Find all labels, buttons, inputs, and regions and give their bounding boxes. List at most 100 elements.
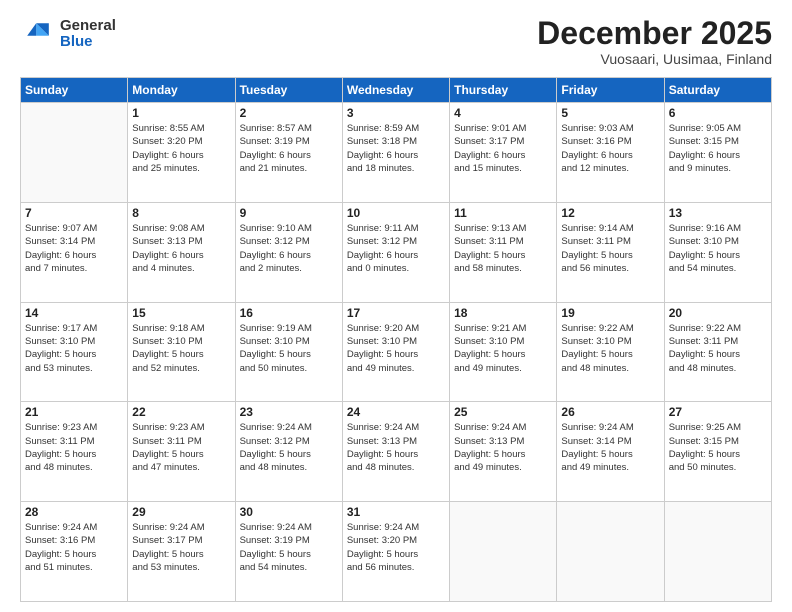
logo-icon (20, 16, 56, 52)
day-info: Sunrise: 9:21 AMSunset: 3:10 PMDaylight:… (454, 322, 552, 375)
weekday-header-thursday: Thursday (450, 78, 557, 103)
calendar-cell: 4 Sunrise: 9:01 AMSunset: 3:17 PMDaylight… (450, 103, 557, 203)
calendar-cell: 9 Sunrise: 9:10 AMSunset: 3:12 PMDaylight… (235, 202, 342, 302)
day-info: Sunrise: 9:08 AMSunset: 3:13 PMDaylight:… (132, 222, 230, 275)
day-info: Sunrise: 9:24 AMSunset: 3:13 PMDaylight:… (454, 421, 552, 474)
day-number: 24 (347, 405, 445, 419)
day-info: Sunrise: 9:07 AMSunset: 3:14 PMDaylight:… (25, 222, 123, 275)
calendar-cell: 22 Sunrise: 9:23 AMSunset: 3:11 PMDayligh… (128, 402, 235, 502)
week-row-5: 28 Sunrise: 9:24 AMSunset: 3:16 PMDayligh… (21, 502, 772, 602)
calendar-cell: 16 Sunrise: 9:19 AMSunset: 3:10 PMDayligh… (235, 302, 342, 402)
day-number: 3 (347, 106, 445, 120)
calendar-cell: 21 Sunrise: 9:23 AMSunset: 3:11 PMDayligh… (21, 402, 128, 502)
day-info: Sunrise: 9:23 AMSunset: 3:11 PMDaylight:… (132, 421, 230, 474)
calendar-cell: 23 Sunrise: 9:24 AMSunset: 3:12 PMDayligh… (235, 402, 342, 502)
calendar-cell: 3 Sunrise: 8:59 AMSunset: 3:18 PMDaylight… (342, 103, 449, 203)
day-info: Sunrise: 9:03 AMSunset: 3:16 PMDaylight:… (561, 122, 659, 175)
week-row-3: 14 Sunrise: 9:17 AMSunset: 3:10 PMDayligh… (21, 302, 772, 402)
day-info: Sunrise: 9:17 AMSunset: 3:10 PMDaylight:… (25, 322, 123, 375)
day-number: 2 (240, 106, 338, 120)
day-number: 15 (132, 306, 230, 320)
day-info: Sunrise: 9:11 AMSunset: 3:12 PMDaylight:… (347, 222, 445, 275)
day-info: Sunrise: 9:24 AMSunset: 3:16 PMDaylight:… (25, 521, 123, 574)
calendar-cell: 30 Sunrise: 9:24 AMSunset: 3:19 PMDayligh… (235, 502, 342, 602)
calendar-cell: 12Sunrise: 9:14 AMSunset: 3:11 PMDayligh… (557, 202, 664, 302)
weekday-header-monday: Monday (128, 78, 235, 103)
day-number: 12 (561, 206, 659, 220)
calendar-cell: 10 Sunrise: 9:11 AMSunset: 3:12 PMDayligh… (342, 202, 449, 302)
day-info: Sunrise: 9:19 AMSunset: 3:10 PMDaylight:… (240, 322, 338, 375)
weekday-header-wednesday: Wednesday (342, 78, 449, 103)
day-number: 9 (240, 206, 338, 220)
day-number: 23 (240, 405, 338, 419)
calendar-cell (21, 103, 128, 203)
calendar-cell: 28 Sunrise: 9:24 AMSunset: 3:16 PMDayligh… (21, 502, 128, 602)
day-number: 27 (669, 405, 767, 419)
calendar-cell: 29Sunrise: 9:24 AMSunset: 3:17 PMDayligh… (128, 502, 235, 602)
day-number: 13 (669, 206, 767, 220)
day-number: 20 (669, 306, 767, 320)
day-number: 19 (561, 306, 659, 320)
day-number: 4 (454, 106, 552, 120)
day-info: Sunrise: 9:16 AMSunset: 3:10 PMDaylight:… (669, 222, 767, 275)
day-number: 18 (454, 306, 552, 320)
calendar-cell: 7 Sunrise: 9:07 AMSunset: 3:14 PMDaylight… (21, 202, 128, 302)
day-info: Sunrise: 8:57 AMSunset: 3:19 PMDaylight:… (240, 122, 338, 175)
calendar-cell (450, 502, 557, 602)
calendar-cell: 13 Sunrise: 9:16 AMSunset: 3:10 PMDayligh… (664, 202, 771, 302)
day-info: Sunrise: 9:05 AMSunset: 3:15 PMDaylight:… (669, 122, 767, 175)
day-number: 28 (25, 505, 123, 519)
day-number: 29 (132, 505, 230, 519)
title-block: December 2025 Vuosaari, Uusimaa, Finland (537, 16, 772, 67)
day-info: Sunrise: 8:55 AMSunset: 3:20 PMDaylight:… (132, 122, 230, 175)
day-number: 11 (454, 206, 552, 220)
day-number: 30 (240, 505, 338, 519)
day-info: Sunrise: 9:01 AMSunset: 3:17 PMDaylight:… (454, 122, 552, 175)
day-info: Sunrise: 9:22 AMSunset: 3:11 PMDaylight:… (669, 322, 767, 375)
day-number: 25 (454, 405, 552, 419)
day-number: 1 (132, 106, 230, 120)
day-number: 16 (240, 306, 338, 320)
calendar-cell: 31Sunrise: 9:24 AMSunset: 3:20 PMDayligh… (342, 502, 449, 602)
day-number: 8 (132, 206, 230, 220)
calendar-cell: 15 Sunrise: 9:18 AMSunset: 3:10 PMDayligh… (128, 302, 235, 402)
page: General Blue December 2025 Vuosaari, Uus… (0, 0, 792, 612)
calendar-cell: 17Sunrise: 9:20 AMSunset: 3:10 PMDayligh… (342, 302, 449, 402)
calendar-cell: 6 Sunrise: 9:05 AMSunset: 3:15 PMDaylight… (664, 103, 771, 203)
calendar-cell: 11 Sunrise: 9:13 AMSunset: 3:11 PMDayligh… (450, 202, 557, 302)
page-title: December 2025 (537, 16, 772, 51)
day-number: 5 (561, 106, 659, 120)
day-info: Sunrise: 9:24 AMSunset: 3:14 PMDaylight:… (561, 421, 659, 474)
calendar-cell: 19 Sunrise: 9:22 AMSunset: 3:10 PMDayligh… (557, 302, 664, 402)
day-number: 17 (347, 306, 445, 320)
calendar-cell: 14 Sunrise: 9:17 AMSunset: 3:10 PMDayligh… (21, 302, 128, 402)
weekday-header-saturday: Saturday (664, 78, 771, 103)
day-info: Sunrise: 9:23 AMSunset: 3:11 PMDaylight:… (25, 421, 123, 474)
calendar-cell: 24 Sunrise: 9:24 AMSunset: 3:13 PMDayligh… (342, 402, 449, 502)
logo-text: General Blue (60, 18, 116, 51)
weekday-header-friday: Friday (557, 78, 664, 103)
weekday-header-sunday: Sunday (21, 78, 128, 103)
day-info: Sunrise: 8:59 AMSunset: 3:18 PMDaylight:… (347, 122, 445, 175)
day-info: Sunrise: 9:18 AMSunset: 3:10 PMDaylight:… (132, 322, 230, 375)
day-number: 7 (25, 206, 123, 220)
day-info: Sunrise: 9:24 AMSunset: 3:13 PMDaylight:… (347, 421, 445, 474)
day-info: Sunrise: 9:13 AMSunset: 3:11 PMDaylight:… (454, 222, 552, 275)
calendar-cell (664, 502, 771, 602)
day-info: Sunrise: 9:22 AMSunset: 3:10 PMDaylight:… (561, 322, 659, 375)
calendar-cell: 27 Sunrise: 9:25 AMSunset: 3:15 PMDayligh… (664, 402, 771, 502)
day-number: 10 (347, 206, 445, 220)
week-row-1: 1 Sunrise: 8:55 AMSunset: 3:20 PMDaylight… (21, 103, 772, 203)
day-info: Sunrise: 9:24 AMSunset: 3:12 PMDaylight:… (240, 421, 338, 474)
day-number: 26 (561, 405, 659, 419)
calendar-cell: 8 Sunrise: 9:08 AMSunset: 3:13 PMDaylight… (128, 202, 235, 302)
day-info: Sunrise: 9:10 AMSunset: 3:12 PMDaylight:… (240, 222, 338, 275)
day-info: Sunrise: 9:24 AMSunset: 3:19 PMDaylight:… (240, 521, 338, 574)
header: General Blue December 2025 Vuosaari, Uus… (20, 16, 772, 67)
day-number: 21 (25, 405, 123, 419)
day-number: 22 (132, 405, 230, 419)
day-number: 6 (669, 106, 767, 120)
day-info: Sunrise: 9:25 AMSunset: 3:15 PMDaylight:… (669, 421, 767, 474)
day-number: 14 (25, 306, 123, 320)
day-info: Sunrise: 9:24 AMSunset: 3:20 PMDaylight:… (347, 521, 445, 574)
